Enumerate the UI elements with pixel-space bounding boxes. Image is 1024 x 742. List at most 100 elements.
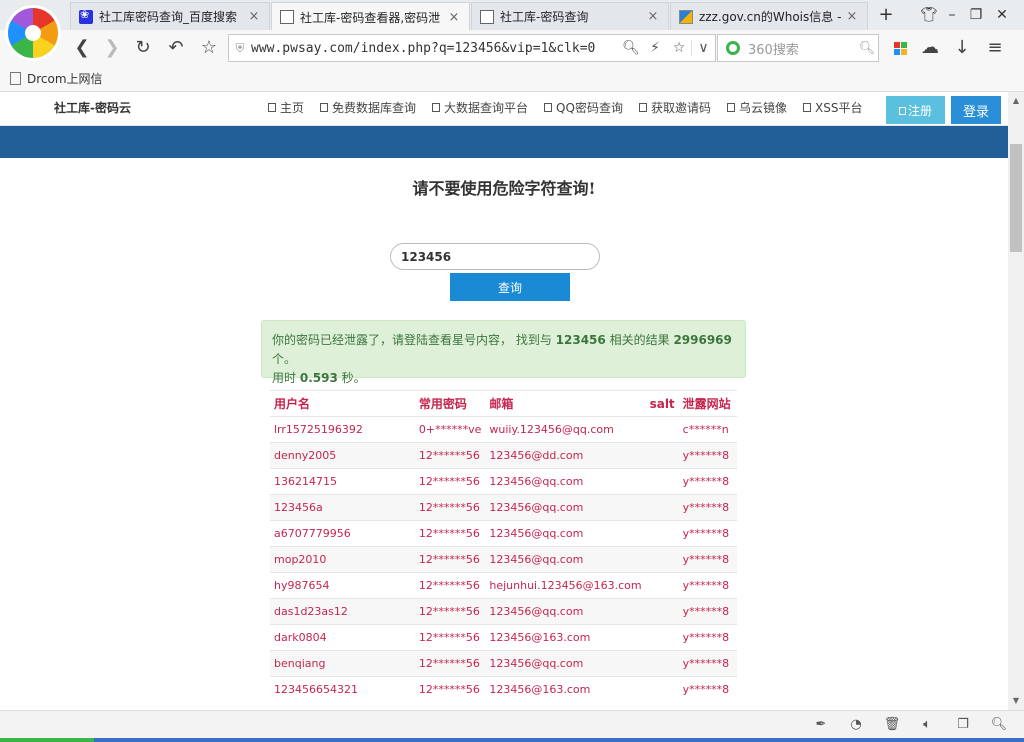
cell-email: 123456@qq.com	[485, 598, 646, 625]
cell-username: benqiang	[270, 650, 415, 677]
speedometer-icon[interactable]: ◔	[845, 715, 867, 735]
tab-close-icon[interactable]: ×	[646, 9, 660, 24]
refresh-icon[interactable]: ↻	[131, 36, 155, 60]
cell-password: 12******56	[414, 546, 486, 573]
address-bar[interactable]: ⛨ www.pwsay.com/index.php?q=123456&vip=1…	[228, 34, 716, 62]
search-bar[interactable]: 360搜索 🔍︎	[717, 34, 879, 62]
site-brand[interactable]: 社工库-密码云	[54, 99, 131, 116]
bookmark-item[interactable]: Drcom上网信	[10, 70, 103, 87]
cell-password: 12******56	[414, 676, 486, 703]
alert-suffix: 个。	[272, 352, 297, 366]
status-bar: ✒︎ ◔ 🗑︎ 🔈︎ ❐ 🔍︎	[0, 710, 1024, 738]
header-salt: salt	[645, 390, 679, 417]
forward-icon[interactable]: ❯	[100, 36, 124, 60]
alert-time-suffix: 秒。	[341, 371, 366, 385]
cell-leak-site: c******n	[678, 416, 737, 443]
cell-salt	[645, 572, 679, 599]
back-icon[interactable]: ❮	[70, 36, 94, 60]
url-text[interactable]: www.pwsay.com/index.php?q=123456&vip=1&c…	[251, 41, 619, 56]
tab-password-viewer[interactable]: 社工库-密码查看器,密码泄 ×	[271, 2, 470, 31]
register-box-icon	[898, 106, 906, 115]
cell-password: 12******56	[414, 442, 486, 469]
cell-password: 12******56	[414, 598, 486, 625]
cell-leak-site: y******8	[678, 624, 737, 651]
tab-close-icon[interactable]: ×	[247, 9, 261, 24]
nav-link-qq-password[interactable]: QQ密码查询	[544, 99, 623, 116]
page-scrollbar[interactable]: ▲ ▼	[1008, 92, 1024, 710]
apps-grid-icon[interactable]	[888, 36, 912, 60]
login-button[interactable]: 登录	[951, 96, 1001, 124]
minimize-icon[interactable]: –	[940, 4, 964, 26]
document-icon	[10, 72, 21, 85]
cell-salt	[645, 676, 679, 703]
cell-leak-site: y******8	[678, 650, 737, 677]
close-window-icon[interactable]: ✕	[990, 4, 1014, 26]
zoom-icon[interactable]: 🔍︎	[619, 40, 643, 56]
cell-username: dark0804	[270, 624, 415, 651]
search-icon[interactable]: 🔍︎	[856, 41, 878, 56]
header-email: 邮箱	[485, 390, 646, 417]
cell-username: das1d23as12	[270, 598, 415, 625]
cell-username: 123456a	[270, 494, 415, 521]
cell-email: 123456@qq.com	[485, 520, 646, 547]
cell-salt	[645, 546, 679, 573]
scroll-thumb[interactable]	[1010, 144, 1022, 252]
new-tab-button[interactable]: +	[874, 4, 898, 26]
cell-salt	[645, 520, 679, 547]
search-placeholder[interactable]: 360搜索	[748, 39, 856, 58]
cell-salt	[645, 442, 679, 469]
cell-password: 0+******ve	[414, 416, 486, 443]
cell-email: hejunhui.123456@163.com	[485, 572, 646, 599]
nav-link-free-db[interactable]: 免费数据库查询	[320, 99, 416, 116]
download-icon[interactable]: ↓	[950, 36, 974, 60]
nav-link-xss[interactable]: XSS平台	[803, 99, 862, 116]
table-header-row: 用户名 常用密码 邮箱 salt 泄露网站	[270, 390, 737, 417]
query-button[interactable]: 查询	[450, 273, 570, 301]
favorite-star-icon[interactable]: ☆	[197, 36, 221, 60]
cell-salt	[645, 416, 679, 443]
table-row: dark0804 12******56 123456@163.com y******8	[270, 624, 737, 651]
cell-username: hy987654	[270, 572, 415, 599]
cell-leak-site: y******8	[678, 546, 737, 573]
browser-toolbar: ❮ ❯ ↻ ↶ ☆ ⛨ www.pwsay.com/index.php?q=12…	[0, 30, 1024, 66]
tab-baidu-search[interactable]: 社工库密码查询_百度搜索 ×	[70, 2, 270, 30]
scroll-up-icon[interactable]: ▲	[1008, 94, 1024, 108]
nav-link-wooyun-mirror[interactable]: 乌云镜像	[727, 99, 787, 116]
tab-password-query[interactable]: 社工库-密码查询 ×	[471, 2, 669, 30]
cell-leak-site: y******8	[678, 494, 737, 521]
whois-icon	[679, 9, 693, 24]
register-button[interactable]: 注册	[886, 96, 945, 124]
document-icon	[280, 10, 294, 24]
undo-icon[interactable]: ↶	[164, 36, 188, 60]
zoom-icon[interactable]: 🔍︎	[988, 715, 1010, 735]
volume-icon[interactable]: 🔈︎	[916, 715, 938, 735]
nav-link-invite-code[interactable]: 获取邀请码	[639, 99, 711, 116]
pin-icon[interactable]: ✒︎	[810, 715, 832, 735]
scroll-down-icon[interactable]: ▼	[1008, 694, 1024, 708]
results-body: lrr15725196392 0+******ve wuiiy.123456@qq.…	[270, 416, 737, 703]
cell-leak-site: y******8	[678, 468, 737, 495]
tab-whois[interactable]: zzz.gov.cn的Whois信息 - ×	[670, 2, 868, 30]
table-row: das1d23as12 12******56 123456@qq.com y*****…	[270, 598, 737, 625]
alert-prefix: 你的密码已经泄露了，请登陆查看星号内容， 找到与	[272, 333, 552, 347]
document-icon	[480, 9, 494, 24]
menu-icon[interactable]: ≡	[983, 36, 1007, 60]
nav-link-big-data[interactable]: 大数据查询平台	[432, 99, 528, 116]
tab-close-icon[interactable]: ×	[447, 10, 461, 25]
dropdown-chevron-icon[interactable]: ∨	[691, 40, 715, 56]
query-input[interactable]	[390, 243, 600, 270]
cell-salt	[645, 624, 679, 651]
cloud-icon[interactable]: ☁︎	[918, 36, 942, 60]
skin-shirt-icon[interactable]: 👕︎	[917, 4, 941, 26]
cell-password: 12******56	[414, 572, 486, 599]
browser-logo-icon[interactable]	[8, 8, 58, 58]
window-icon[interactable]: ❐	[952, 715, 974, 735]
trash-icon[interactable]: 🗑︎	[881, 715, 903, 735]
restore-icon[interactable]: ❐	[964, 4, 988, 26]
bookmark-star-icon[interactable]: ☆	[667, 40, 691, 56]
nav-link-home[interactable]: 主页	[268, 99, 304, 116]
cell-username: 136214715	[270, 468, 415, 495]
tab-bar: 社工库密码查询_百度搜索 × 社工库-密码查看器,密码泄 × 社工库-密码查询 …	[0, 0, 1024, 58]
speed-mode-icon[interactable]: ⚡︎	[643, 40, 667, 56]
tab-close-icon[interactable]: ×	[845, 9, 859, 24]
